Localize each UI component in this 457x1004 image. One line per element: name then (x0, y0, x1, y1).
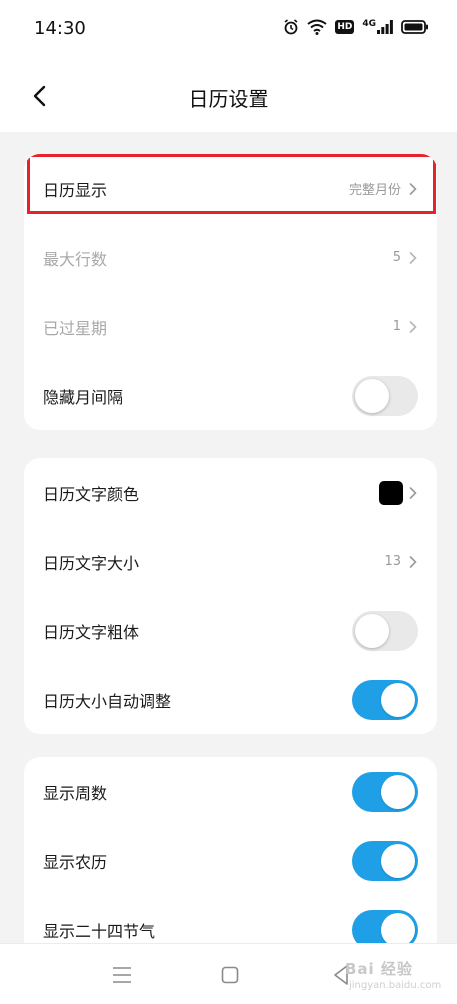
toggle-knob (355, 378, 389, 413)
row-value: 13 (384, 554, 401, 569)
row-show-week-number: 显示周数 (24, 757, 437, 826)
alarm-icon (283, 19, 299, 35)
card-calendar-text: 日历文字颜色 日历文字大小 13 日历文字粗体 日历大小自动调整 (24, 458, 437, 734)
toggle-show-week-number[interactable] (352, 771, 418, 812)
row-hide-month-gap: 隐藏月间隔 (24, 361, 437, 430)
row-label: 显示二十四节气 (43, 921, 156, 941)
row-label: 日历大小自动调整 (43, 691, 172, 711)
screen: 14:30 HD 4G 日历设置 日历显示 完整月份 最大行数 5 已过星期 1… (0, 0, 457, 1004)
watermark: Bai 经验 (345, 960, 413, 978)
chevron-right-icon (409, 486, 417, 499)
row-label: 日历显示 (43, 180, 108, 200)
toggle-knob (381, 843, 415, 878)
row-past-weeks[interactable]: 已过星期 1 (24, 292, 437, 361)
row-label: 已过星期 (43, 318, 108, 338)
row-text-size[interactable]: 日历文字大小 13 (24, 527, 437, 596)
toggle-show-lunar[interactable] (352, 840, 418, 881)
row-label: 最大行数 (43, 249, 108, 269)
home-icon[interactable] (221, 966, 239, 988)
row-label: 日历文字粗体 (43, 622, 140, 642)
row-text-color[interactable]: 日历文字颜色 (24, 458, 437, 527)
hd-icon: HD (335, 20, 355, 34)
status-time: 14:30 (34, 18, 86, 39)
network-label: 4G (362, 19, 376, 29)
row-value: 5 (392, 250, 401, 265)
toggle-auto-size[interactable] (352, 679, 418, 720)
toggle-hide-month-gap[interactable] (352, 375, 418, 416)
chevron-right-icon (409, 182, 417, 195)
row-label: 日历文字颜色 (43, 484, 140, 504)
row-value: 完整月份 (348, 183, 401, 198)
page-title: 日历设置 (188, 87, 269, 111)
chevron-right-icon (409, 251, 417, 264)
status-icons: HD 4G (283, 19, 429, 35)
row-text-bold: 日历文字粗体 (24, 596, 437, 665)
toggle-knob (381, 912, 415, 947)
signal-icon: 4G (362, 20, 393, 34)
color-swatch (379, 480, 403, 505)
toggle-knob (381, 774, 415, 809)
row-max-rows[interactable]: 最大行数 5 (24, 223, 437, 292)
chevron-right-icon (409, 555, 417, 568)
card-calendar-extras: 显示周数 显示农历 显示二十四节气 (24, 757, 437, 957)
toggle-knob (381, 682, 415, 717)
wifi-icon (307, 19, 327, 35)
row-label: 日历文字大小 (43, 553, 140, 573)
watermark-sub: jingyan.baidu.com (349, 980, 442, 991)
row-show-lunar: 显示农历 (24, 826, 437, 895)
card-calendar-display: 日历显示 完整月份 最大行数 5 已过星期 1 隐藏月间隔 (24, 154, 437, 430)
battery-icon (401, 20, 429, 34)
toggle-knob (355, 613, 389, 648)
row-calendar-display[interactable]: 日历显示 完整月份 (24, 154, 437, 223)
row-label: 显示农历 (43, 852, 108, 872)
row-value: 1 (392, 319, 401, 334)
row-label: 显示周数 (43, 783, 108, 803)
row-label: 隐藏月间隔 (43, 387, 124, 407)
chevron-right-icon (409, 320, 417, 333)
menu-icon[interactable] (112, 966, 132, 988)
header: 日历设置 (0, 62, 457, 132)
navigation-bar: Bai 经验 jingyan.baidu.com (0, 943, 457, 1004)
status-bar: 14:30 HD 4G (0, 0, 457, 62)
row-auto-size: 日历大小自动调整 (24, 665, 437, 734)
toggle-text-bold[interactable] (352, 610, 418, 651)
